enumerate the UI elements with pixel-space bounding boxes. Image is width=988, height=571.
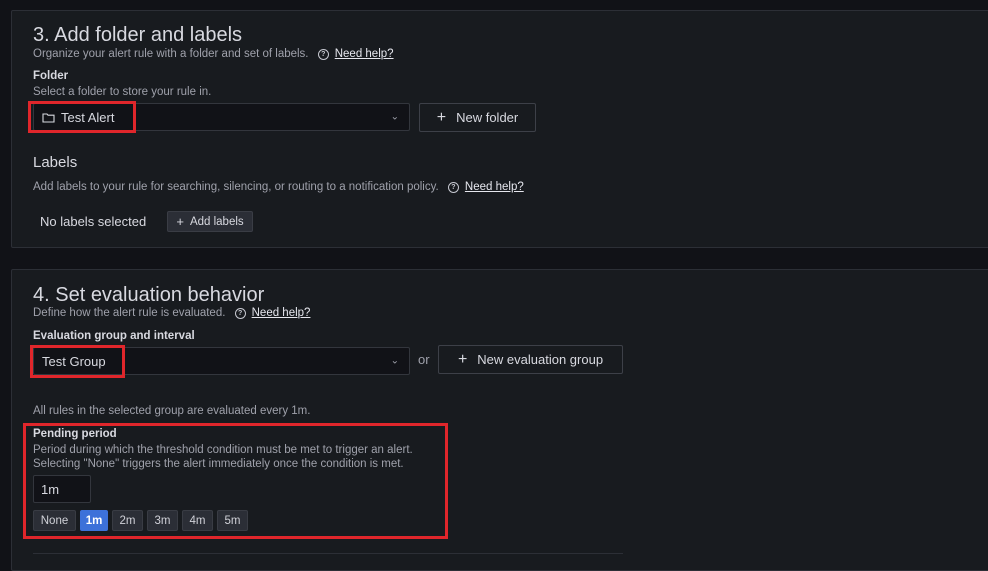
section4-description: Define how the alert rule is evaluated. … — [33, 307, 310, 319]
add-labels-label: Add labels — [189, 215, 244, 228]
folder-label: Folder — [33, 70, 69, 82]
labels-description-text: Add labels to your rule for searching, s… — [33, 181, 439, 194]
highlight-pending-period — [23, 423, 448, 539]
no-labels-text: No labels selected — [40, 214, 147, 229]
or-text: or — [418, 352, 430, 367]
section3-title: 3. Add folder and labels — [33, 24, 243, 46]
divider — [33, 553, 623, 554]
highlight-folder — [28, 101, 136, 133]
labels-help[interactable]: ? Need help? — [447, 181, 524, 193]
section4-help[interactable]: ? Need help? — [234, 307, 311, 319]
section3-description-text: Organize your alert rule with a folder a… — [33, 48, 309, 61]
new-evaluation-group-button[interactable]: + New evaluation group — [438, 345, 623, 374]
labels-description: Add labels to your rule for searching, s… — [33, 181, 524, 193]
plus-icon: + — [457, 350, 468, 368]
section4-title: 4. Set evaluation behavior — [33, 284, 265, 306]
section4-help-link[interactable]: Need help? — [252, 307, 311, 319]
question-circle-icon: ? — [447, 181, 459, 193]
highlight-evaluation-group — [30, 345, 125, 378]
labels-help-link[interactable]: Need help? — [465, 181, 524, 193]
chevron-down-icon: ⌄ — [390, 111, 399, 123]
folder-description: Select a folder to store your rule in. — [33, 86, 212, 98]
new-folder-button[interactable]: + New folder — [419, 103, 536, 132]
add-labels-button[interactable]: + Add labels — [167, 211, 253, 232]
section4-description-text: Define how the alert rule is evaluated. — [33, 307, 226, 320]
plus-icon: + — [176, 214, 184, 229]
question-circle-icon: ? — [234, 307, 246, 319]
section3-description: Organize your alert rule with a folder a… — [33, 48, 394, 60]
section3-help[interactable]: ? Need help? — [317, 48, 394, 60]
labels-heading: Labels — [33, 154, 78, 171]
section3-help-link[interactable]: Need help? — [335, 48, 394, 60]
evaluation-group-label: Evaluation group and interval — [33, 330, 195, 342]
new-evaluation-group-label: New evaluation group — [477, 352, 604, 367]
new-folder-label: New folder — [456, 110, 519, 125]
plus-icon: + — [436, 108, 447, 126]
question-circle-icon: ? — [317, 48, 329, 60]
chevron-down-icon: ⌄ — [390, 355, 399, 367]
interval-note: All rules in the selected group are eval… — [33, 405, 311, 417]
